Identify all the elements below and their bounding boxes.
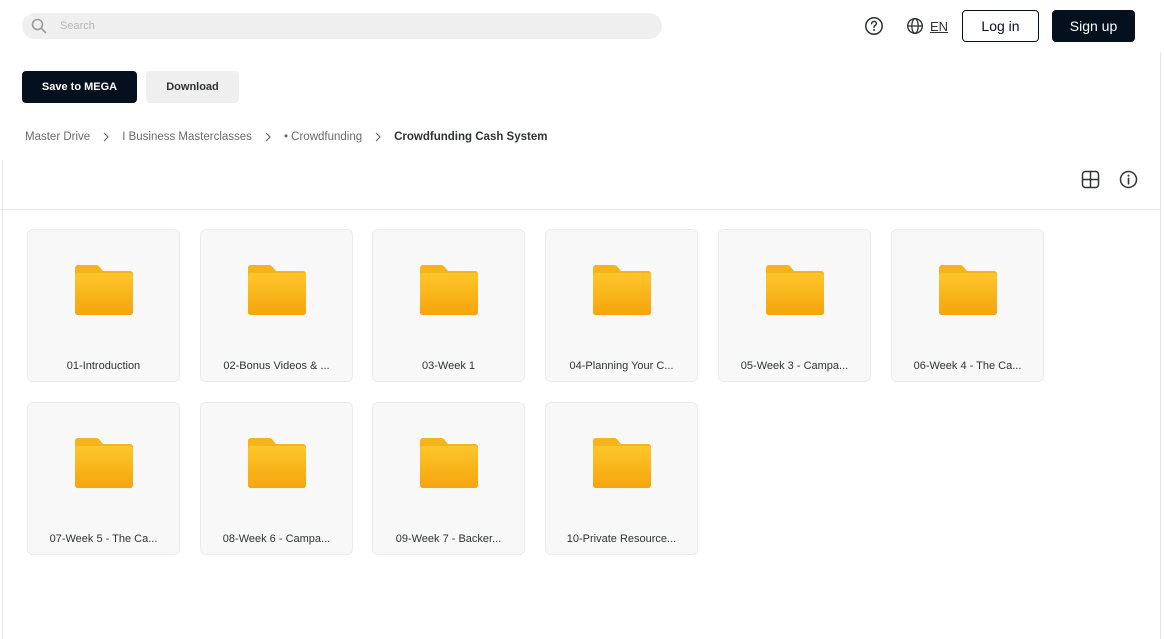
folder-tile[interactable]: 02-Bonus Videos & ... (200, 229, 353, 382)
divider (0, 209, 1160, 210)
folder-icon (420, 265, 478, 315)
chevron-right-icon (265, 132, 271, 142)
folder-icon (420, 438, 478, 488)
breadcrumb: Master Drive I Business Masterclasses • … (25, 129, 547, 145)
panel-border (1160, 52, 1161, 639)
panel-border-left (2, 160, 3, 639)
folder-tile[interactable]: 04-Planning Your C... (545, 229, 698, 382)
search-icon (31, 18, 47, 34)
folder-name: 01-Introduction (66, 360, 141, 372)
chevron-right-icon (103, 132, 110, 142)
folder-tile[interactable]: 01-Introduction (27, 229, 180, 382)
folder-name: 05-Week 3 - Campa... (740, 360, 849, 372)
grid-view-icon[interactable] (1081, 170, 1100, 189)
language-code: EN (930, 18, 949, 34)
folder-icon (766, 265, 824, 315)
info-icon[interactable] (1119, 170, 1138, 189)
breadcrumb-current: Crowdfunding Cash System (394, 131, 548, 143)
folder-icon (248, 438, 306, 488)
folder-name: 06-Week 4 - The Ca... (913, 360, 1022, 372)
folder-tile[interactable]: 05-Week 3 - Campa... (718, 229, 871, 382)
folder-name: 03-Week 1 (422, 360, 475, 372)
folder-name: 09-Week 7 - Backer... (395, 533, 502, 545)
folder-tile[interactable]: 07-Week 5 - The Ca... (27, 402, 180, 555)
folder-tile[interactable]: 09-Week 7 - Backer... (372, 402, 525, 555)
folder-tile[interactable]: 08-Week 6 - Campa... (200, 402, 353, 555)
folder-icon (939, 265, 997, 315)
search-input[interactable] (60, 13, 640, 39)
folder-name: 08-Week 6 - Campa... (222, 533, 331, 545)
search-bar[interactable] (22, 13, 662, 39)
login-button[interactable]: Log in (962, 10, 1039, 42)
download-button[interactable]: Download (146, 71, 239, 103)
globe-icon (906, 17, 924, 35)
breadcrumb-item[interactable]: I Business Masterclasses (122, 131, 252, 143)
help-icon[interactable] (864, 16, 884, 36)
folder-icon (593, 265, 651, 315)
folder-name: 04-Planning Your C... (569, 360, 674, 372)
folder-tile[interactable]: 03-Week 1 (372, 229, 525, 382)
folder-name: 02-Bonus Videos & ... (223, 360, 330, 372)
folder-name: 07-Week 5 - The Ca... (49, 533, 158, 545)
folder-icon (75, 265, 133, 315)
chevron-right-icon (375, 132, 381, 142)
folder-icon (593, 438, 651, 488)
breadcrumb-item[interactable]: • Crowdfunding (284, 131, 362, 143)
folder-icon (248, 265, 306, 315)
breadcrumb-item[interactable]: Master Drive (25, 131, 90, 143)
folder-name: 10-Private Resource... (566, 533, 677, 545)
folder-tile[interactable]: 10-Private Resource... (545, 402, 698, 555)
language-selector[interactable]: EN (906, 16, 948, 36)
folder-tile[interactable]: 06-Week 4 - The Ca... (891, 229, 1044, 382)
folder-icon (75, 438, 133, 488)
save-to-mega-button[interactable]: Save to MEGA (22, 71, 137, 103)
signup-button[interactable]: Sign up (1052, 10, 1135, 42)
top-bar: EN Log in Sign up (0, 0, 1164, 52)
